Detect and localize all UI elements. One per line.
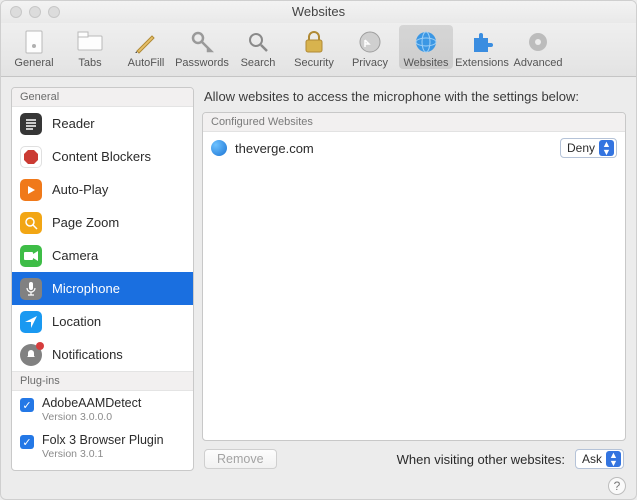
plugin-version: Version 3.0.0.0	[42, 411, 141, 423]
configured-websites-heading: Configured Websites	[203, 113, 625, 132]
gear-icon	[524, 28, 552, 56]
main-heading: Allow websites to access the microphone …	[204, 89, 624, 104]
toolbar-tab-general[interactable]: General	[7, 25, 61, 69]
chevron-updown-icon: ▲▼	[606, 451, 621, 467]
site-permission-select[interactable]: Deny ▲▼	[560, 138, 617, 158]
sidebar-item-location[interactable]: Location	[12, 305, 193, 338]
sidebar-item-label: Auto-Play	[52, 182, 108, 197]
sidebar-item-label: Microphone	[52, 281, 120, 296]
sidebar-item-label: Reader	[52, 116, 95, 131]
sidebar-item-auto-play[interactable]: Auto-Play	[12, 173, 193, 206]
notifications-icon	[20, 344, 42, 366]
sidebar-item-label: Notifications	[52, 347, 123, 362]
content-area: General Reader Content Blockers Auto-Pla…	[1, 77, 636, 477]
lock-icon	[300, 28, 328, 56]
sidebar-section-plugins: Plug-ins	[12, 371, 193, 391]
toolbar-label: General	[14, 57, 53, 69]
toolbar-tab-advanced[interactable]: Advanced	[511, 25, 565, 69]
plugin-checkbox[interactable]: ✓	[20, 435, 34, 449]
preferences-window: Websites General Tabs AutoFill Passwords	[0, 0, 637, 500]
main-panel: Allow websites to access the microphone …	[202, 87, 626, 471]
sidebar-item-label: Content Blockers	[52, 149, 151, 164]
microphone-icon	[20, 278, 42, 300]
other-websites-label: When visiting other websites:	[397, 452, 565, 467]
toolbar-tab-search[interactable]: Search	[231, 25, 285, 69]
toolbar-tab-tabs[interactable]: Tabs	[63, 25, 117, 69]
globe-icon	[211, 140, 227, 156]
plugin-name: Folx 3 Browser Plugin	[42, 433, 164, 447]
other-websites-select[interactable]: Ask ▲▼	[575, 449, 624, 469]
play-icon	[20, 179, 42, 201]
toolbar-tab-autofill[interactable]: AutoFill	[119, 25, 173, 69]
toolbar-tab-security[interactable]: Security	[287, 25, 341, 69]
zoom-icon	[20, 212, 42, 234]
toolbar-label: Extensions	[455, 57, 509, 69]
sidebar-item-microphone[interactable]: Microphone	[12, 272, 193, 305]
toolbar-label: Advanced	[514, 57, 563, 69]
toolbar-tab-privacy[interactable]: Privacy	[343, 25, 397, 69]
sidebar-item-page-zoom[interactable]: Page Zoom	[12, 206, 193, 239]
remove-button[interactable]: Remove	[204, 449, 277, 469]
window-title: Websites	[1, 4, 636, 19]
location-icon	[20, 311, 42, 333]
sidebar-item-label: Camera	[52, 248, 98, 263]
site-domain: theverge.com	[235, 141, 314, 156]
sidebar-item-reader[interactable]: Reader	[12, 107, 193, 140]
autofill-icon	[132, 28, 160, 56]
general-icon	[20, 28, 48, 56]
plugin-info: AdobeAAMDetect Version 3.0.0.0	[42, 396, 141, 423]
websites-icon	[412, 28, 440, 56]
privacy-icon	[356, 28, 384, 56]
toolbar-label: Tabs	[78, 57, 101, 69]
toolbar-tab-extensions[interactable]: Extensions	[455, 25, 509, 69]
footer: ?	[1, 477, 636, 499]
sidebar-item-notifications[interactable]: Notifications	[12, 338, 193, 371]
site-row[interactable]: theverge.com Deny ▲▼	[203, 132, 625, 164]
help-button[interactable]: ?	[608, 477, 626, 495]
passwords-icon	[188, 28, 216, 56]
toolbar-label: Search	[241, 57, 276, 69]
chevron-updown-icon: ▲▼	[599, 140, 614, 156]
extensions-icon	[468, 28, 496, 56]
plugin-info: Folx 3 Browser Plugin Version 3.0.1	[42, 433, 164, 460]
sidebar-section-general: General	[12, 88, 193, 107]
preferences-toolbar: General Tabs AutoFill Passwords Search	[1, 23, 636, 77]
toolbar-label: AutoFill	[128, 57, 165, 69]
configured-websites-pane: Configured Websites theverge.com Deny ▲▼	[202, 112, 626, 441]
toolbar-tab-websites[interactable]: Websites	[399, 25, 453, 69]
plugin-row[interactable]: ✓ Folx 3 Browser Plugin Version 3.0.1	[12, 428, 193, 465]
sidebar-item-label: Location	[52, 314, 101, 329]
plugin-name: AdobeAAMDetect	[42, 396, 141, 410]
toolbar-label: Security	[294, 57, 334, 69]
reader-icon	[20, 113, 42, 135]
camera-icon	[20, 245, 42, 267]
toolbar-tab-passwords[interactable]: Passwords	[175, 25, 229, 69]
sidebar-item-label: Page Zoom	[52, 215, 119, 230]
search-icon	[244, 28, 272, 56]
stop-icon	[20, 146, 42, 168]
sidebar-item-camera[interactable]: Camera	[12, 239, 193, 272]
plugin-checkbox[interactable]: ✓	[20, 398, 34, 412]
toolbar-label: Privacy	[352, 57, 388, 69]
toolbar-label: Websites	[403, 57, 448, 69]
toolbar-label: Passwords	[175, 57, 229, 69]
titlebar: Websites	[1, 1, 636, 23]
plugin-row[interactable]: ✓ AdobeAAMDetect Version 3.0.0.0	[12, 391, 193, 428]
tabs-icon	[76, 28, 104, 56]
other-websites-value: Ask	[582, 452, 602, 466]
site-permission-value: Deny	[567, 141, 595, 155]
bottom-bar: Remove When visiting other websites: Ask…	[202, 441, 626, 471]
sidebar-item-content-blockers[interactable]: Content Blockers	[12, 140, 193, 173]
plugin-version: Version 3.0.1	[42, 448, 164, 460]
sidebar: General Reader Content Blockers Auto-Pla…	[11, 87, 194, 471]
